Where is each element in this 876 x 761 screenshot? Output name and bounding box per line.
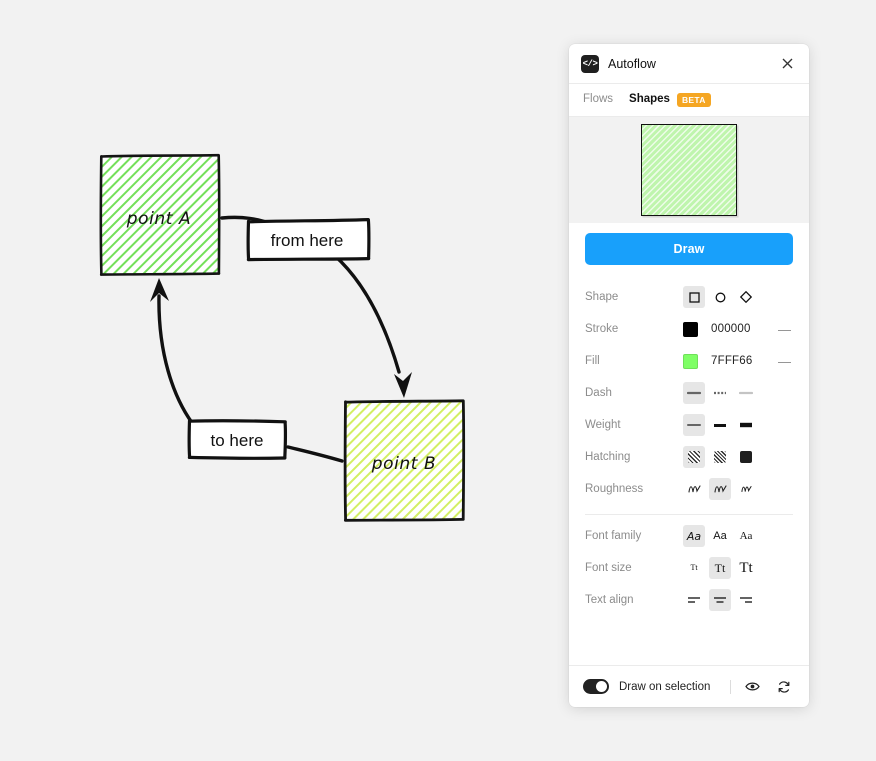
panel-header: </> Autoflow	[569, 44, 809, 84]
hatch-diagonal-icon[interactable]	[683, 446, 705, 468]
panel-tabs: Flows Shapes BETA	[569, 84, 809, 117]
roughness-low-icon[interactable]	[683, 478, 705, 500]
shape-preview-area	[569, 117, 809, 223]
dash-solid-icon[interactable]	[683, 382, 705, 404]
property-label-shape: Shape	[585, 291, 619, 303]
property-row-font-size: Font size Tt Tt Tt	[585, 552, 793, 584]
tab-flows[interactable]: Flows	[583, 94, 613, 106]
property-row-roughness: Roughness	[585, 473, 793, 505]
font-size-large-icon[interactable]: Tt	[735, 557, 757, 579]
property-row-dash: Dash	[585, 377, 793, 409]
font-serif-icon[interactable]: Aa	[735, 525, 757, 547]
autoflow-plugin-panel: </> Autoflow Flows Shapes BETA Draw Shap…	[569, 44, 809, 707]
font-sans-icon[interactable]: Aa	[709, 525, 731, 547]
canvas-edge-label-from: from here	[271, 231, 344, 250]
property-row-weight: Weight	[585, 409, 793, 441]
dash-light-icon[interactable]	[735, 382, 757, 404]
font-size-large-glyph: Tt	[739, 559, 753, 576]
weight-medium-icon[interactable]	[709, 414, 731, 436]
font-size-small-icon[interactable]: Tt	[683, 557, 705, 579]
align-center-icon[interactable]	[709, 589, 731, 611]
panel-title: Autoflow	[608, 56, 656, 71]
hatch-solid-icon[interactable]	[735, 446, 757, 468]
property-label-hatching: Hatching	[585, 451, 631, 463]
panel-footer: Draw on selection	[569, 665, 809, 707]
draw-button[interactable]: Draw	[585, 233, 793, 265]
property-row-shape: Shape	[585, 281, 793, 313]
property-label-stroke: Stroke	[585, 323, 619, 335]
draw-on-selection-label: Draw on selection	[619, 680, 711, 693]
property-row-font-family: Font family Aa Aa Aa	[585, 520, 793, 552]
eye-icon[interactable]	[741, 676, 763, 698]
diamond-shape-icon[interactable]	[735, 286, 757, 308]
draw-on-selection-toggle[interactable]	[583, 679, 609, 694]
font-handwritten-glyph: Aa	[686, 529, 702, 543]
font-size-small-glyph: Tt	[690, 563, 698, 572]
roughness-high-icon[interactable]	[735, 478, 757, 500]
beta-badge: BETA	[676, 93, 711, 107]
weight-thick-icon[interactable]	[735, 414, 757, 436]
shape-preview	[641, 124, 737, 216]
property-row-fill: Fill 7FFF66 —	[585, 345, 793, 377]
fill-color-value[interactable]: 7FFF66	[711, 355, 752, 367]
weight-thin-icon[interactable]	[683, 414, 705, 436]
font-sans-glyph: Aa	[713, 529, 727, 542]
refresh-icon[interactable]	[773, 676, 795, 698]
minus-icon[interactable]: —	[768, 355, 793, 368]
font-size-medium-icon[interactable]: Tt	[709, 557, 731, 579]
property-label-dash: Dash	[585, 387, 612, 399]
font-handwritten-icon[interactable]: Aa	[683, 525, 705, 547]
property-row-stroke: Stroke 000000 —	[585, 313, 793, 345]
property-label-fill: Fill	[585, 355, 600, 367]
font-size-medium-glyph: Tt	[714, 561, 726, 575]
canvas-edge-label-to: to here	[211, 431, 264, 450]
property-label-text-align: Text align	[585, 594, 634, 606]
property-label-font-size: Font size	[585, 562, 632, 574]
hatch-cross-icon[interactable]	[709, 446, 731, 468]
align-left-icon[interactable]	[683, 589, 705, 611]
properties-list: Shape Stroke 000000 — Fill 7FFF66 — Dash…	[569, 279, 809, 665]
property-row-hatching: Hatching	[585, 441, 793, 473]
property-row-text-align: Text align	[585, 584, 793, 616]
tab-shapes[interactable]: Shapes	[629, 94, 670, 106]
toggle-knob	[596, 681, 607, 692]
circle-shape-icon[interactable]	[709, 286, 731, 308]
stroke-color-value[interactable]: 000000	[711, 323, 751, 335]
canvas-node-a-label: point A	[126, 209, 192, 229]
draw-button-container: Draw	[569, 223, 809, 279]
property-label-font-family: Font family	[585, 530, 642, 542]
property-label-weight: Weight	[585, 419, 621, 431]
footer-divider	[730, 679, 731, 694]
fill-color-swatch[interactable]	[683, 353, 698, 369]
roughness-medium-icon[interactable]	[709, 478, 731, 500]
align-right-icon[interactable]	[735, 589, 757, 611]
minus-icon[interactable]: —	[768, 323, 793, 336]
canvas-node-b-label: point B	[371, 454, 437, 474]
code-brackets-icon: </>	[581, 54, 599, 73]
stroke-color-swatch[interactable]	[683, 321, 698, 337]
square-shape-icon[interactable]	[683, 286, 705, 308]
font-serif-glyph: Aa	[739, 529, 753, 542]
dash-dotted-icon[interactable]	[709, 382, 731, 404]
property-label-roughness: Roughness	[585, 483, 644, 495]
properties-divider	[585, 514, 793, 515]
close-icon[interactable]	[777, 54, 797, 74]
